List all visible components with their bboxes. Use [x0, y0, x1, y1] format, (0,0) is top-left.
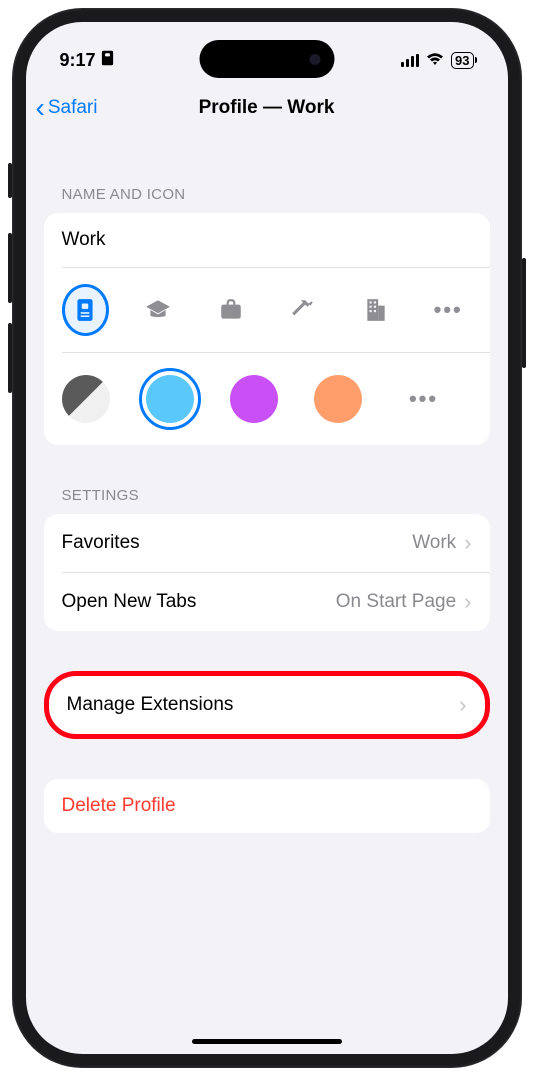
color-option-purple[interactable]	[230, 375, 278, 423]
chevron-right-icon: ›	[459, 692, 466, 718]
more-icon: •••	[434, 297, 463, 323]
color-option-orange[interactable]	[314, 375, 362, 423]
icon-option-id-card[interactable]	[62, 284, 109, 336]
id-card-status-icon	[101, 50, 114, 71]
color-option-bw[interactable]	[62, 375, 110, 423]
dynamic-island	[199, 40, 334, 78]
camera-dot	[309, 54, 320, 65]
chevron-right-icon: ›	[464, 530, 471, 556]
volume-up	[8, 233, 12, 303]
card-delete-profile: Delete Profile	[44, 779, 490, 833]
back-button[interactable]: ‹ Safari	[36, 94, 98, 122]
manage-extensions-row[interactable]: Manage Extensions ›	[49, 676, 485, 734]
volume-down	[8, 323, 12, 393]
delete-profile-button[interactable]: Delete Profile	[44, 779, 490, 833]
delete-profile-label: Delete Profile	[62, 795, 176, 816]
card-manage-extensions: Manage Extensions ›	[44, 671, 490, 739]
icon-option-hammer[interactable]	[280, 284, 327, 336]
card-name-icon: Work	[44, 213, 490, 445]
favorites-value: Work	[412, 532, 456, 554]
status-time: 9:17	[60, 50, 96, 71]
mute-switch	[8, 163, 12, 198]
screen: 9:17 93 ‹ Safari	[26, 22, 508, 1054]
color-picker: •••	[44, 353, 490, 445]
section-header-settings: SETTINGS	[44, 445, 490, 514]
page-title: Profile — Work	[199, 97, 335, 119]
icon-option-more[interactable]: •••	[425, 284, 472, 336]
icon-option-briefcase[interactable]	[207, 284, 254, 336]
profile-name: Work	[62, 229, 106, 251]
phone-frame: 9:17 93 ‹ Safari	[12, 8, 522, 1068]
favorites-label: Favorites	[62, 532, 140, 554]
icon-picker: •••	[44, 268, 490, 352]
color-option-more[interactable]: •••	[398, 373, 450, 425]
chevron-right-icon: ›	[464, 589, 471, 615]
chevron-left-icon: ‹	[36, 94, 45, 122]
section-header-name-icon: NAME AND ICON	[44, 136, 490, 213]
back-label: Safari	[48, 97, 98, 119]
home-indicator[interactable]	[192, 1039, 342, 1044]
open-new-tabs-label: Open New Tabs	[62, 591, 197, 613]
card-settings: Favorites Work › Open New Tabs On Start …	[44, 514, 490, 631]
wifi-icon	[425, 50, 445, 71]
nav-bar: ‹ Safari Profile — Work	[26, 80, 508, 136]
cellular-signal-icon	[401, 54, 420, 67]
more-icon: •••	[409, 386, 438, 412]
power-button	[522, 258, 526, 368]
open-new-tabs-value: On Start Page	[336, 591, 456, 613]
open-new-tabs-row[interactable]: Open New Tabs On Start Page ›	[44, 573, 490, 631]
battery-indicator: 93	[451, 52, 473, 69]
icon-option-building[interactable]	[352, 284, 399, 336]
icon-option-graduation-cap[interactable]	[135, 284, 182, 336]
color-option-cyan[interactable]	[146, 375, 194, 423]
profile-name-row[interactable]: Work	[44, 213, 490, 267]
manage-extensions-label: Manage Extensions	[67, 694, 234, 716]
favorites-row[interactable]: Favorites Work ›	[44, 514, 490, 572]
